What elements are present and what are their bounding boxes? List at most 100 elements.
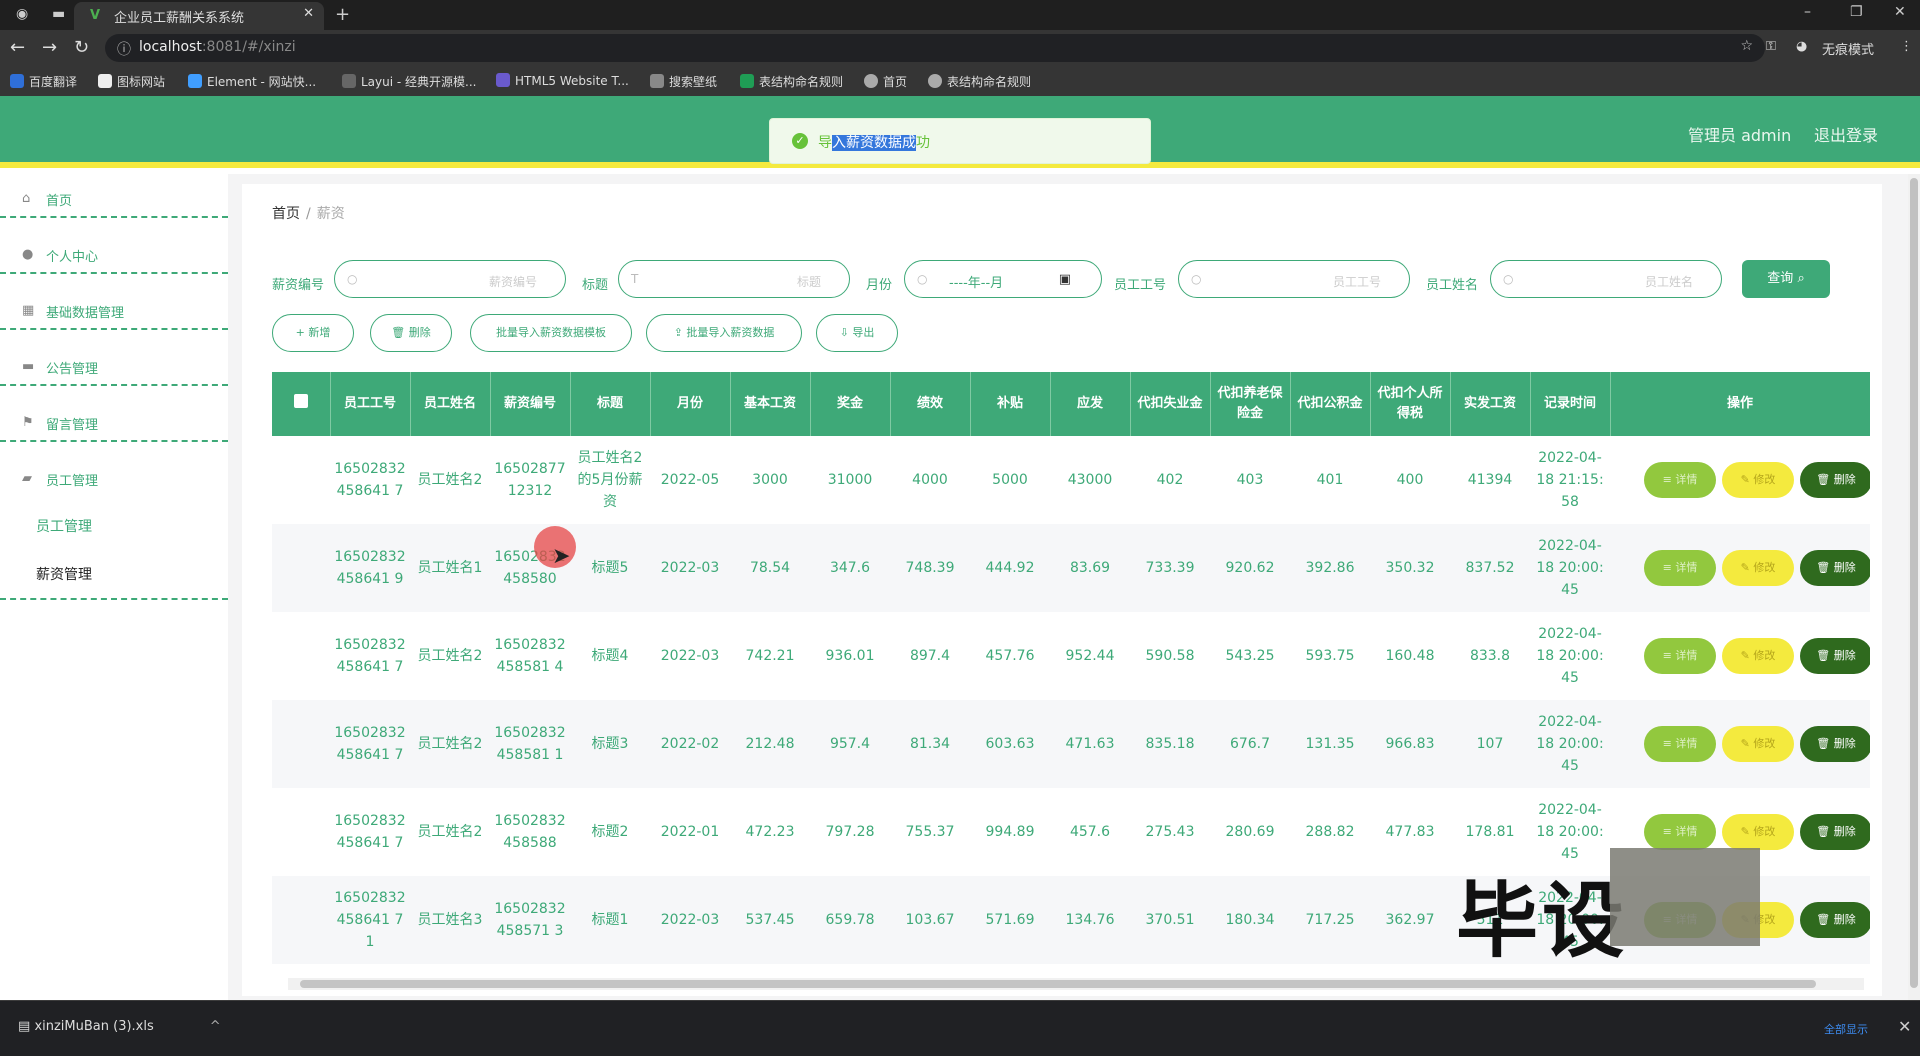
table-cell: 员工姓名2 xyxy=(417,824,483,840)
chevron-up-icon[interactable]: ^ xyxy=(210,1019,221,1034)
table-cell: 402 xyxy=(1156,472,1184,488)
row-checkbox[interactable] xyxy=(272,788,330,876)
bookmark-item[interactable]: 图标网站 xyxy=(98,73,165,90)
row-checkbox[interactable] xyxy=(272,876,330,964)
add-button[interactable]: + 新增 xyxy=(272,314,354,352)
edit-button[interactable]: ✎ 修改 xyxy=(1722,550,1794,586)
employee-name-input[interactable]: ○ 员工姓名 xyxy=(1490,260,1722,298)
back-icon[interactable]: ← xyxy=(10,37,25,58)
import-template-button[interactable]: 批量导入薪资数据模板 xyxy=(470,314,632,352)
table-cell: 41394 xyxy=(1467,472,1513,488)
trash-icon: 🗑 xyxy=(1816,473,1834,486)
row-checkbox[interactable] xyxy=(272,612,330,700)
table-horizontal-scrollbar[interactable] xyxy=(288,978,1864,990)
month-picker[interactable]: ○ ----年--月 ▣ xyxy=(904,260,1102,298)
globe-icon xyxy=(864,74,878,88)
export-button[interactable]: ⇩ 导出 xyxy=(816,314,898,352)
new-tab-button[interactable]: + xyxy=(335,4,350,25)
success-check-icon: ✓ xyxy=(792,133,808,149)
reload-icon[interactable]: ↻ xyxy=(74,37,89,58)
row-actions: ≡ 详情✎ 修改🗑 删除 xyxy=(1610,700,1870,788)
browser-menu-icon[interactable]: ⋮ xyxy=(1900,39,1913,54)
table-header-row: 员工工号 员工姓名 薪资编号 标题 月份 基本工资 奖金 绩效 补贴 应发 代扣… xyxy=(272,372,1870,436)
detail-button[interactable]: ≡ 详情 xyxy=(1644,814,1716,850)
toast-text-post: 功 xyxy=(916,135,930,151)
layui-icon xyxy=(342,74,356,88)
delete-row-button[interactable]: 🗑 删除 xyxy=(1800,638,1870,674)
scroll-thumb[interactable] xyxy=(300,980,1816,988)
sidebar-item-messages[interactable]: ⚑ 留言管理 xyxy=(0,398,228,454)
bookmark-star-icon[interactable]: ☆ xyxy=(1740,38,1753,54)
bookmark-item[interactable]: 搜索壁纸 xyxy=(650,73,717,90)
delete-button[interactable]: 🗑 删除 xyxy=(370,314,452,352)
detail-button[interactable]: ≡ 详情 xyxy=(1644,726,1716,762)
address-bar[interactable]: ⓘ localhost:8081/#/xinzi ☆ xyxy=(105,34,1765,62)
sidebar-divider xyxy=(0,272,228,274)
page-vertical-scrollbar[interactable] xyxy=(1908,174,1920,1000)
tab-close-icon[interactable]: ✕ xyxy=(303,6,314,21)
logout-link[interactable]: 退出登录 xyxy=(1814,122,1878,146)
breadcrumb-home[interactable]: 首页 xyxy=(272,206,300,222)
bookmark-item[interactable]: 首页 xyxy=(864,73,907,90)
edit-button[interactable]: ✎ 修改 xyxy=(1722,638,1794,674)
table-row: 16502832458641 9 员工姓名1 16502832458580 标题5 20… xyxy=(272,524,1870,612)
delete-row-button[interactable]: 🗑 删除 xyxy=(1800,814,1870,850)
password-key-icon[interactable]: ⚿ xyxy=(1766,39,1776,54)
calendar-icon[interactable]: ▣ xyxy=(1059,272,1071,287)
sidebar-item-basic-data[interactable]: ▦ 基础数据管理 xyxy=(0,286,228,342)
restore-icon[interactable]: ❐ xyxy=(1850,4,1863,20)
window-close-icon[interactable]: ✕ xyxy=(1894,4,1906,20)
filter-label-month: 月份 xyxy=(866,278,893,293)
close-download-bar-icon[interactable]: ✕ xyxy=(1898,1017,1911,1036)
detail-button[interactable]: ≡ 详情 xyxy=(1644,462,1716,498)
sidebar-item-profile[interactable]: ● 个人中心 xyxy=(0,230,228,286)
browser-profile-icon[interactable]: ◉ xyxy=(16,6,28,22)
scroll-thumb[interactable] xyxy=(1910,178,1918,988)
query-button[interactable]: 查询 ⌕ xyxy=(1742,260,1830,298)
delete-row-button[interactable]: 🗑 删除 xyxy=(1800,902,1870,938)
bookmark-item[interactable]: 表结构命名规则 xyxy=(928,73,1031,90)
table-cell: 2022-05 xyxy=(660,472,720,488)
show-all-downloads-link[interactable]: 全部显示 xyxy=(1824,1021,1868,1037)
table-cell: 107 xyxy=(1450,700,1530,788)
site-info-icon[interactable]: ⓘ xyxy=(117,39,131,59)
row-checkbox[interactable] xyxy=(272,700,330,788)
table-row: 16502832458641 7 员工姓名2 1650287712312 员工姓名2的… xyxy=(272,436,1870,524)
row-checkbox[interactable] xyxy=(272,436,330,524)
detail-button[interactable]: ≡ 详情 xyxy=(1644,638,1716,674)
bookmark-item[interactable]: 百度翻译 xyxy=(10,73,77,90)
table-cell: 347.6 xyxy=(810,524,890,612)
browser-tab[interactable]: V 企业员工薪酬关系系统 ✕ xyxy=(74,2,324,30)
column-header: 代扣养老保险金 xyxy=(1210,372,1291,436)
bookmark-item[interactable]: Layui - 经典开源模... xyxy=(342,73,476,90)
row-checkbox[interactable] xyxy=(272,524,330,612)
edit-button[interactable]: ✎ 修改 xyxy=(1722,726,1794,762)
table-cell: 2022-02 xyxy=(650,700,730,788)
pencil-icon: ✎ xyxy=(1740,649,1754,662)
employee-no-input[interactable]: ○ 员工工号 xyxy=(1178,260,1410,298)
tab-overview-icon[interactable]: ▬ xyxy=(52,6,65,22)
title-input[interactable]: T 标题 xyxy=(618,260,850,298)
sidebar-item-notices[interactable]: ▬ 公告管理 xyxy=(0,342,228,398)
download-item[interactable]: ▤ xinziMuBan (3).xls ^ xyxy=(18,1019,221,1034)
table-cell: 员工姓名2的5月份薪资 xyxy=(577,450,643,510)
edit-button[interactable]: ✎ 修改 xyxy=(1722,814,1794,850)
salary-no-input[interactable]: ○ 薪资编号 xyxy=(334,260,566,298)
forward-icon[interactable]: → xyxy=(42,37,57,58)
bookmark-item[interactable]: Element - 网站快... xyxy=(188,73,316,90)
detail-button[interactable]: ≡ 详情 xyxy=(1644,550,1716,586)
delete-row-button[interactable]: 🗑 删除 xyxy=(1800,726,1870,762)
edit-button[interactable]: ✎ 修改 xyxy=(1722,462,1794,498)
sidebar-item-employees[interactable]: ▰ 员工管理 xyxy=(0,454,228,510)
sidebar-subitem-employee-management[interactable]: 员工管理 xyxy=(36,516,92,536)
sidebar-item-home[interactable]: ⌂ 首页 xyxy=(0,174,228,230)
bookmarks-bar: 百度翻译 图标网站 Element - 网站快... Layui - 经典开源模… xyxy=(0,66,1920,96)
bookmark-item[interactable]: 表结构命名规则 xyxy=(740,73,843,90)
minimize-icon[interactable]: – xyxy=(1804,4,1811,20)
delete-row-button[interactable]: 🗑 删除 xyxy=(1800,462,1870,498)
delete-row-button[interactable]: 🗑 删除 xyxy=(1800,550,1870,586)
sidebar-subitem-salary-management[interactable]: 薪资管理 xyxy=(36,564,92,584)
batch-import-button[interactable]: ⇪ 批量导入薪资数据 xyxy=(646,314,802,352)
bookmark-item[interactable]: HTML5 Website T... xyxy=(496,73,629,88)
select-all-checkbox[interactable] xyxy=(272,372,331,436)
